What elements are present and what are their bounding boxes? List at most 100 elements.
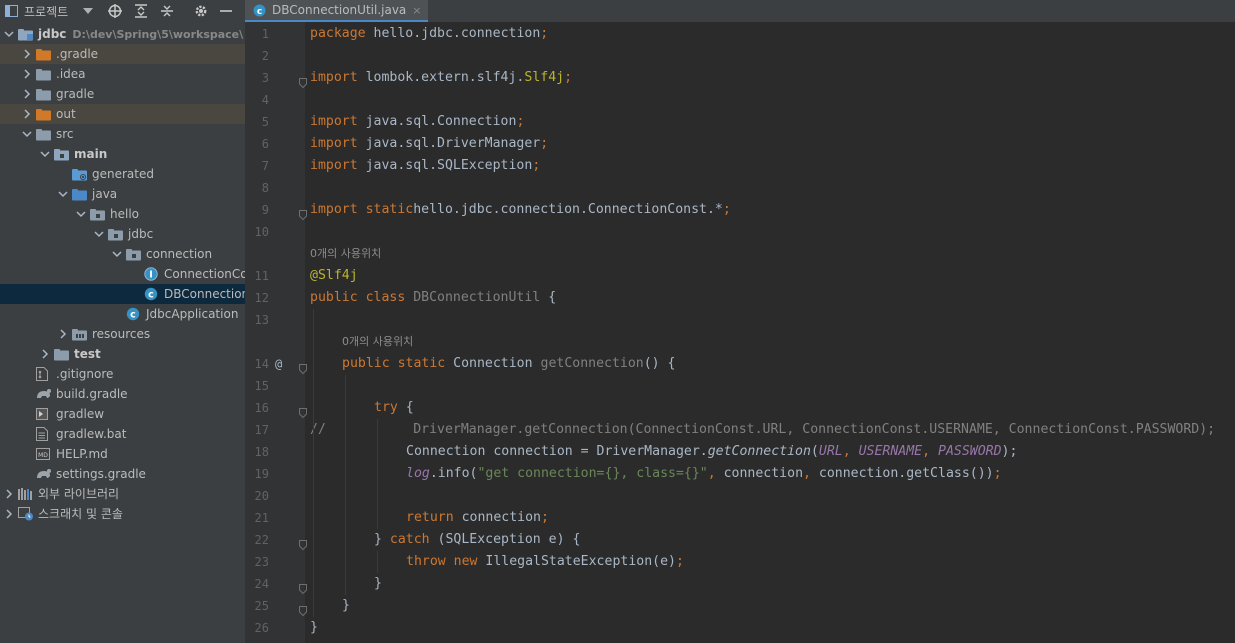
tree-item[interactable]: build.gradle [0,384,245,404]
chevron-down-icon[interactable] [111,244,123,264]
code-token: ; [675,554,684,569]
tree-item[interactable]: connection [0,244,245,264]
code-token: public class [310,290,414,305]
code-line[interactable]: import statichello.jdbc.connection.Conne… [310,199,731,221]
code-line[interactable]: import java.sql.DriverManager; [310,133,548,155]
project-panel-title[interactable]: 프로젝트 [24,3,68,20]
tree-item[interactable]: out [0,104,245,124]
fold-marker-icon[interactable] [299,579,307,595]
expand-all-icon[interactable] [128,0,154,22]
chevron-down-icon[interactable] [93,224,105,244]
usages-hint[interactable]: 0개의 사용위치 [310,243,381,265]
code-line[interactable]: import java.sql.Connection; [310,111,524,133]
chevron-right-icon[interactable] [3,484,15,504]
tree-item[interactable]: jdbc D:\dev\Spring\5\workspace\ [0,24,245,44]
chevron-right-icon[interactable] [21,84,33,104]
code-line[interactable]: package hello.jdbc.connection; [310,23,548,45]
tree-item[interactable]: gradlew.bat [0,424,245,444]
chevron-down-icon[interactable] [39,144,51,164]
code-line[interactable]: throw new IllegalStateException(e); [406,551,684,573]
code-line[interactable]: @Slf4j [310,265,358,287]
code-token: } [374,532,390,547]
code-editor[interactable]: 1 2 3 4 5 6 7 8 9 10 11 12 13 14 @15 16 17 18 19 20 21 22 23 24… [245,22,1235,643]
fold-marker-icon[interactable] [299,205,307,221]
tree-item[interactable]: c JdbcApplication [0,304,245,324]
gear-icon[interactable] [186,0,216,22]
tree-item[interactable]: 스크래치 및 콘솔 [0,504,245,524]
tree-item[interactable]: hello [0,204,245,224]
code-token: ; [564,70,573,85]
fold-marker-icon[interactable] [299,403,307,419]
close-icon[interactable]: × [412,4,421,17]
locate-file-icon[interactable] [102,0,128,22]
code-token: throw new [406,554,486,569]
code-token: ); [1001,444,1026,459]
code-line[interactable]: public class DBConnectionUtil { [310,287,556,309]
project-view-icon[interactable] [0,0,22,22]
code-line[interactable]: Connection connection = DriverManager.ge… [406,441,1025,463]
tree-item[interactable]: resources [0,324,245,344]
tree-item[interactable]: main [0,144,245,164]
tree-item[interactable]: generated [0,164,245,184]
tree-item-label: src [56,127,74,141]
minimize-icon[interactable] [216,0,236,22]
tree-item[interactable]: test [0,344,245,364]
tree-item[interactable]: gradlew [0,404,245,424]
chevron-right-icon[interactable] [57,324,69,344]
chevron-right-icon[interactable] [21,104,33,124]
tree-item[interactable]: 외부 라이브러리 [0,484,245,504]
code-line[interactable]: // DriverManager.getConnection(Connectio… [310,419,1215,441]
tree-item[interactable]: MD HELP.md [0,444,245,464]
chevron-right-icon[interactable] [39,344,51,364]
gradle-file-icon [36,384,52,404]
code-token: package [310,26,374,41]
tree-item[interactable]: .gradle [0,44,245,64]
code-line[interactable]: } [310,617,318,639]
tree-item[interactable]: src [0,124,245,144]
tree-item[interactable]: .idea [0,64,245,84]
code-token: import [310,158,366,173]
chevron-right-icon[interactable] [21,44,33,64]
code-line[interactable]: } [374,573,382,595]
tree-item[interactable]: gradle [0,84,245,104]
chevron-right-icon[interactable] [3,504,15,524]
tab-dbconnectionutil[interactable]: c DBConnectionUtil.java × [245,0,428,22]
chevron-down-icon[interactable] [75,204,87,224]
project-toolbar: 프로젝트 [0,0,245,22]
collapse-all-icon[interactable] [154,0,180,22]
code-token: , [842,444,859,459]
tree-item[interactable]: .gitignore [0,364,245,384]
code-token: "get connection={}, class={}" [477,466,708,481]
code-line[interactable]: } catch (SQLException e) { [374,529,580,551]
override-marker-icon[interactable]: @ [275,353,289,375]
chevron-down-icon[interactable] [78,0,98,22]
tree-item-label: generated [92,167,154,181]
fold-marker-icon[interactable] [299,535,307,551]
tree-item[interactable]: c DBConnectionUtil [0,284,245,304]
tree-item[interactable]: I ConnectionConst [0,264,245,284]
code-line[interactable]: } [342,595,350,617]
code-line[interactable]: log.info("get connection={}, class={}", … [406,463,1002,485]
code-line[interactable]: import java.sql.SQLException; [310,155,540,177]
code-line[interactable]: import lombok.extern.slf4j.Slf4j; [310,67,572,89]
code-line[interactable]: try { [374,397,414,419]
code-line[interactable]: public static Connection getConnection()… [342,353,675,375]
tree-item[interactable]: jdbc [0,224,245,244]
tree-item-label: 외부 라이브러리 [38,487,120,501]
chevron-down-icon[interactable] [57,184,69,204]
fold-marker-icon[interactable] [299,359,307,375]
code-line[interactable]: return connection; [406,507,549,529]
package-icon [90,204,106,224]
fold-marker-icon[interactable] [299,73,307,89]
tree-item[interactable]: java [0,184,245,204]
line-number: 6 [261,137,269,151]
fold-marker-icon[interactable] [299,601,307,617]
line-number: 13 [254,313,269,327]
tree-item[interactable]: settings.gradle [0,464,245,484]
line-number: 15 [254,379,269,393]
usages-hint[interactable]: 0개의 사용위치 [342,331,413,353]
code-token: public static [342,356,454,371]
chevron-right-icon[interactable] [21,64,33,84]
chevron-down-icon[interactable] [21,124,33,144]
chevron-down-icon[interactable] [3,24,15,44]
